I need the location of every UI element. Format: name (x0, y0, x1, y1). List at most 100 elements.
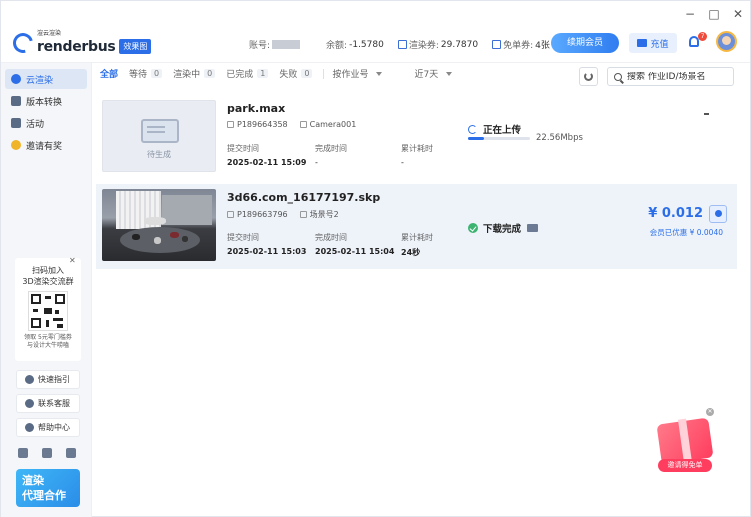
qr-desc-1: 领取 5元零门槛券 (24, 334, 72, 341)
camera-icon (299, 121, 307, 128)
link-icon[interactable] (42, 448, 52, 458)
tab-label: 渲染中 (173, 70, 201, 80)
quick-guide-button[interactable]: 快速指引 (16, 370, 80, 389)
sort-dropdown-value: 按作业号 (332, 70, 369, 80)
job-meta: P189664358 Camera001 (227, 120, 356, 129)
help-center-label: 帮助中心 (38, 423, 70, 432)
job-row[interactable]: 3d66.com_16177197.skp P189663796 场景号2 提交… (96, 184, 737, 269)
qr-desc-2: 与设计大牛唠嗑 (26, 342, 69, 349)
refresh-icon (584, 72, 593, 81)
job-row[interactable]: 待生成 park.max P189664358 Camera001 提交时间 2… (96, 95, 737, 180)
activity-icon (11, 118, 21, 128)
balance-label: 余额: (326, 41, 348, 51)
date-range-dropdown[interactable]: 近7天 (414, 67, 453, 80)
thumbnail-status: 待生成 (147, 150, 171, 159)
sidebar-item-version-convert[interactable]: 版本转换 (5, 91, 87, 111)
renderbus-logo-icon (9, 28, 37, 57)
sort-dropdown[interactable]: 按作业号 (332, 67, 383, 80)
collapse-icon[interactable] (704, 113, 709, 115)
tab-failed[interactable]: 失败 0 (279, 67, 313, 80)
free-ticket-label: 免单券: (503, 41, 534, 51)
contact-support-button[interactable]: 联系客服 (16, 394, 80, 413)
folder-icon[interactable] (527, 224, 539, 232)
sidebar-item-activity[interactable]: 活动 (5, 113, 87, 133)
contact-support-label: 联系客服 (38, 399, 70, 408)
sidebar-item-label: 云渲染 (26, 75, 54, 86)
tab-waiting[interactable]: 等待 0 (129, 67, 163, 80)
gift-close-icon[interactable]: ✕ (706, 408, 714, 416)
close-button[interactable]: ✕ (732, 7, 744, 21)
submit-time-label: 提交时间 (227, 144, 259, 153)
job-id: P189663796 (237, 210, 288, 219)
maximize-button[interactable]: □ (708, 7, 720, 21)
recharge-button[interactable]: 充值 (629, 33, 677, 53)
account-info: 账号: 余额: -1.5780 渲染券: 29.7870 免单券: 4张 (249, 38, 564, 52)
tab-rendering[interactable]: 渲染中 0 (173, 67, 216, 80)
tab-count: 1 (257, 69, 269, 78)
job-thumbnail (102, 189, 216, 261)
member-discount: 会员已优惠 ¥ 0.0040 (649, 228, 723, 237)
help-center-button[interactable]: 帮助中心 (16, 418, 80, 437)
sidebar: 云渲染 版本转换 活动 邀请有奖 扫码加入 3D渲染交流群 领取 5元零门槛券 … (1, 63, 92, 517)
sidebar-item-label: 版本转换 (26, 97, 63, 108)
help-icon (25, 423, 34, 432)
gift-label: 邀请得免单 (658, 459, 712, 472)
coupon-badge-icon[interactable] (709, 205, 727, 223)
headset-icon (25, 399, 34, 408)
camera-icon (299, 211, 307, 218)
submit-time: 2025-02-11 15:09 (227, 158, 307, 167)
sidebar-item-invite-reward[interactable]: 邀请有奖 (5, 135, 87, 155)
recharge-label: 充值 (650, 39, 669, 50)
promo-line-2: 代理合作 (22, 489, 66, 502)
submit-time: 2025-02-11 15:03 (227, 247, 307, 256)
search-input[interactable] (627, 71, 727, 82)
qr-title-2: 3D渲染交流群 (22, 277, 74, 286)
elapsed-label: 累计耗时 (401, 233, 433, 242)
avatar[interactable] (716, 31, 737, 52)
upload-progress-fill (468, 137, 484, 140)
upload-progress-bar (468, 137, 530, 140)
account-id-redacted (272, 40, 301, 49)
qr-card-close-icon[interactable]: ✕ (69, 256, 76, 265)
render-agent-promo-banner[interactable]: 渲染 代理合作 (16, 469, 80, 507)
refresh-button[interactable] (579, 67, 598, 86)
image-placeholder-icon (141, 119, 179, 143)
file-icon[interactable] (18, 448, 28, 458)
gear-icon[interactable] (66, 448, 76, 458)
sidebar-item-label: 邀请有奖 (26, 141, 63, 152)
free-ticket-value: 4张 (535, 41, 550, 51)
sidebar-item-cloud-render[interactable]: 云渲染 (5, 69, 87, 89)
tab-count: 0 (301, 69, 313, 78)
wallet-icon (637, 39, 648, 47)
qr-code-image (28, 291, 68, 331)
job-status-label: 下载完成 (483, 224, 522, 235)
account-label: 账号: (249, 41, 271, 51)
quick-guide-label: 快速指引 (38, 375, 70, 384)
coupon-label: 渲染券: (408, 41, 439, 51)
compass-icon (25, 375, 34, 384)
tab-all[interactable]: 全部 (100, 67, 118, 80)
renew-vip-button[interactable]: 续期会员 (551, 33, 619, 53)
minimize-button[interactable]: − (684, 7, 696, 21)
job-status: 正在上传 (468, 122, 521, 136)
submit-time-label: 提交时间 (227, 233, 259, 242)
job-price: ¥ 0.012 (648, 206, 703, 221)
promo-line-1: 渲染 (22, 474, 44, 487)
search-box[interactable] (607, 67, 734, 86)
invite-gift-widget[interactable]: 邀请得免单 (653, 413, 717, 477)
sidebar-item-label: 活动 (26, 119, 45, 130)
tab-completed[interactable]: 已完成 1 (226, 67, 269, 80)
window-controls: − □ ✕ (684, 7, 744, 21)
complete-time: - (315, 158, 318, 167)
search-icon (614, 72, 622, 81)
complete-time-label: 完成时间 (315, 233, 347, 242)
check-circle-icon (468, 223, 478, 233)
free-ticket-icon (492, 40, 502, 49)
tab-label: 等待 (129, 70, 148, 80)
qr-community-card: 扫码加入 3D渲染交流群 领取 5元零门槛券 与设计大牛唠嗑 (15, 258, 81, 361)
filter-divider (323, 68, 325, 79)
balance-value: -1.5780 (349, 39, 384, 50)
coupon-icon (397, 40, 407, 49)
sidebar-tool-icons (18, 448, 76, 458)
app-logo: 渲云渲染 renderbus 效果图 (9, 28, 152, 57)
